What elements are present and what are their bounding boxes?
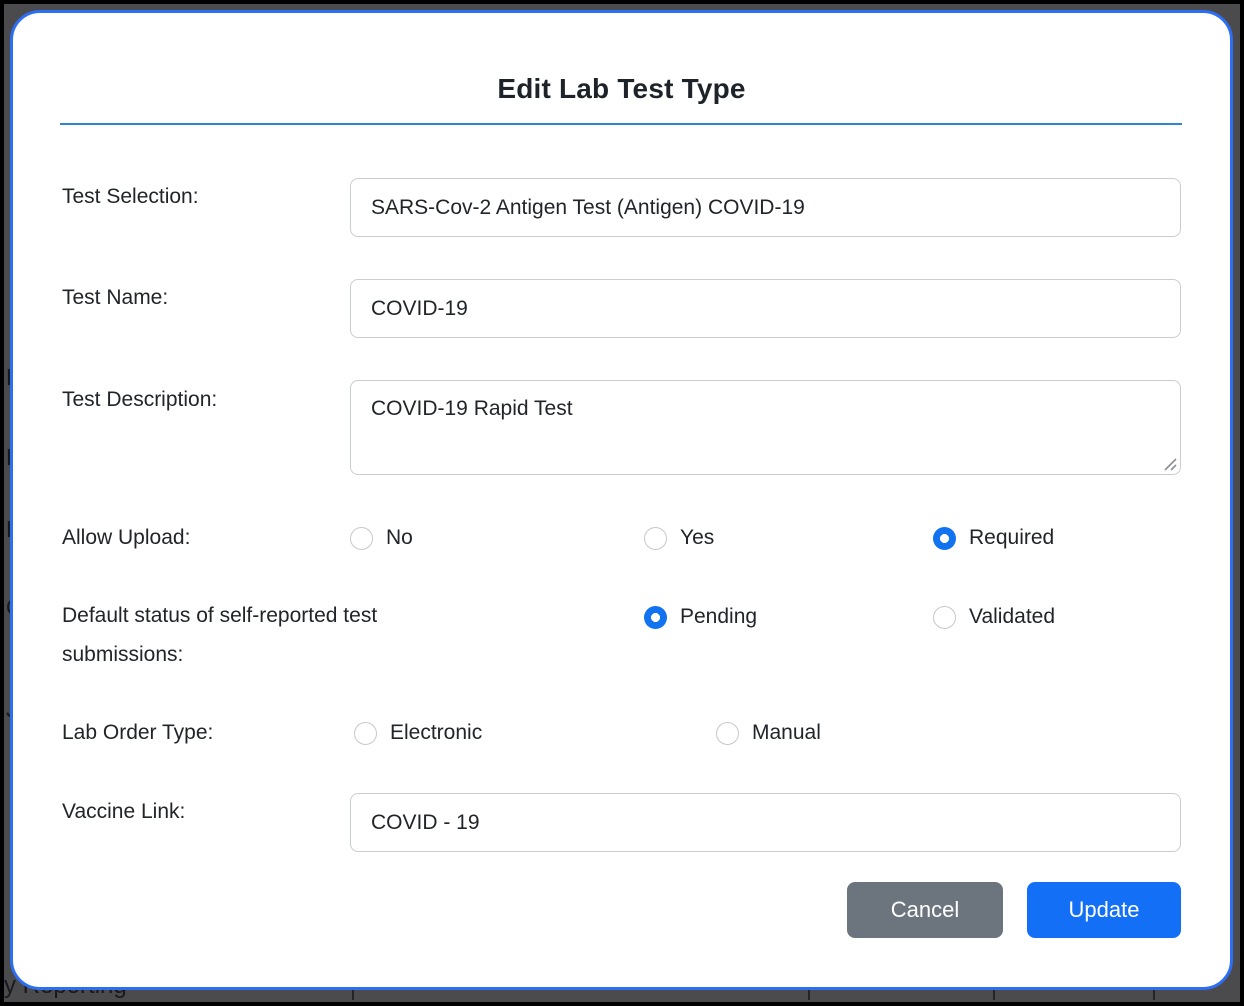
test-name-label: Test Name:: [62, 286, 168, 310]
radio-option-label: Yes: [680, 526, 714, 550]
test-description-textarea[interactable]: COVID-19 Rapid Test: [350, 380, 1181, 475]
radio-icon[interactable]: [933, 606, 956, 629]
radio-option-label: Manual: [752, 721, 821, 745]
radio-icon[interactable]: [716, 722, 739, 745]
test-selection-input[interactable]: [350, 178, 1181, 237]
vaccine-link-label: Vaccine Link:: [62, 800, 185, 824]
cancel-button[interactable]: Cancel: [847, 882, 1003, 938]
allow-upload-option-yes[interactable]: Yes: [644, 525, 714, 551]
allow-upload-option-no[interactable]: No: [350, 525, 413, 551]
radio-option-label: Validated: [969, 605, 1055, 629]
radio-icon[interactable]: [644, 527, 667, 550]
radio-icon[interactable]: [644, 606, 667, 629]
test-selection-label: Test Selection:: [62, 185, 199, 209]
title-divider: [60, 123, 1182, 125]
allow-upload-label: Allow Upload:: [62, 526, 190, 550]
screen: R R D O J y Reporting Edit Lab Test Type…: [0, 0, 1244, 1006]
lab-order-type-option-electronic[interactable]: Electronic: [354, 720, 482, 746]
allow-upload-option-required[interactable]: Required: [933, 525, 1054, 551]
radio-option-label: Required: [969, 526, 1054, 550]
test-description-label: Test Description:: [62, 388, 217, 412]
vaccine-link-input[interactable]: [350, 793, 1181, 852]
allow-upload-row: Allow Upload: No Yes Required: [13, 525, 1230, 551]
lab-order-type-row: Lab Order Type: Electronic Manual: [13, 720, 1230, 746]
lab-order-type-option-manual[interactable]: Manual: [716, 720, 821, 746]
test-name-input[interactable]: [350, 279, 1181, 338]
radio-option-label: No: [386, 526, 413, 550]
default-status-row: Default status of self-reported test sub…: [13, 596, 1230, 676]
radio-icon[interactable]: [350, 527, 373, 550]
radio-icon[interactable]: [354, 722, 377, 745]
radio-option-label: Electronic: [390, 721, 482, 745]
default-status-label: Default status of self-reported test sub…: [62, 596, 492, 674]
radio-icon[interactable]: [933, 527, 956, 550]
radio-option-label: Pending: [680, 605, 757, 629]
edit-lab-test-type-dialog: Edit Lab Test Type Test Selection: Test …: [10, 10, 1233, 990]
default-status-option-pending[interactable]: Pending: [644, 604, 757, 630]
default-status-option-validated[interactable]: Validated: [933, 604, 1055, 630]
lab-order-type-label: Lab Order Type:: [62, 721, 213, 745]
update-button[interactable]: Update: [1027, 882, 1181, 938]
dialog-title: Edit Lab Test Type: [13, 73, 1230, 105]
